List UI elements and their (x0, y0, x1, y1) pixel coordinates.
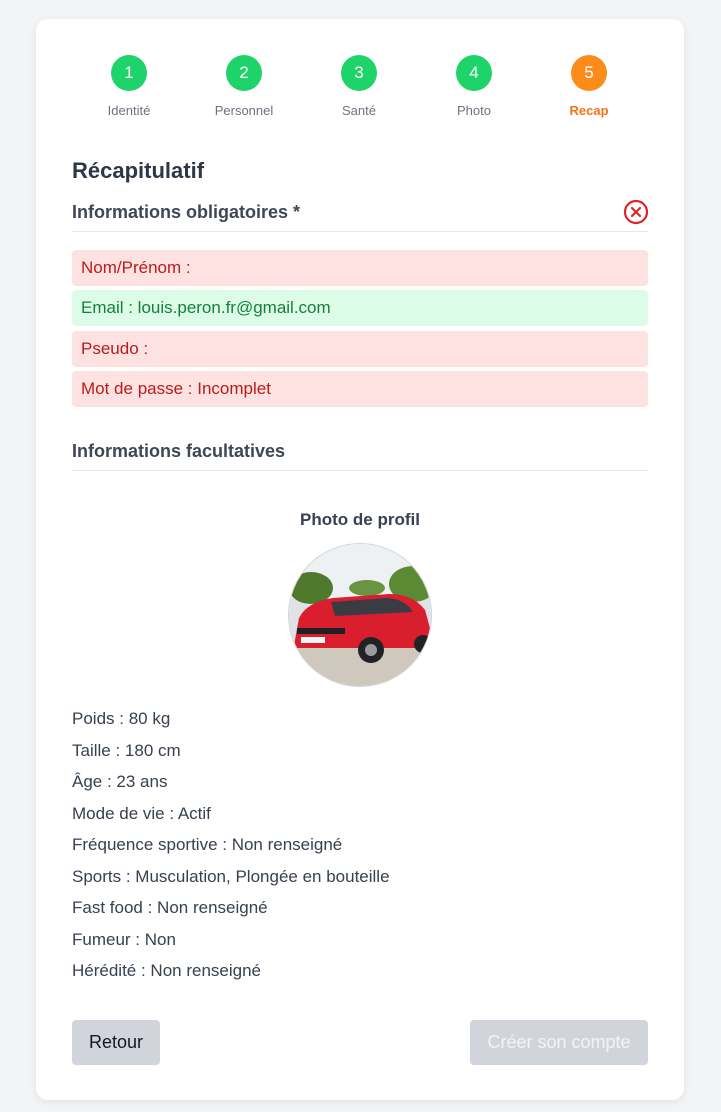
close-circle-icon (623, 199, 649, 225)
field-status-email: Email : louis.peron.fr@gmail.com (72, 290, 648, 326)
page-title: Récapitulatif (72, 158, 205, 183)
step-label: Santé (342, 103, 376, 118)
detail-heredite: Hérédité : Non renseigné (72, 961, 262, 980)
detail-fast-food: Fast food : Non renseigné (72, 898, 268, 917)
photo-title: Photo de profil (300, 510, 420, 529)
divider (72, 470, 648, 471)
stepper: 1 Identité 2 Personnel 3 Santé 4 Photo 5… (36, 55, 684, 125)
create-account-button[interactable]: Créer son compte (470, 1020, 648, 1065)
field-status-nom: Nom/Prénom : (72, 250, 648, 286)
step-photo[interactable]: 4 Photo (424, 55, 524, 118)
required-section-title: Informations obligatoires * (72, 202, 301, 222)
optional-section-title: Informations facultatives (72, 441, 286, 461)
field-status-password: Mot de passe : Incomplet (72, 371, 648, 407)
step-personnel[interactable]: 2 Personnel (194, 55, 294, 118)
step-sante[interactable]: 3 Santé (309, 55, 409, 118)
profile-photo (288, 543, 432, 687)
step-number: 2 (226, 55, 262, 91)
step-number: 1 (111, 55, 147, 91)
detail-taille: Taille : 180 cm (72, 741, 181, 760)
signup-card: 1 Identité 2 Personnel 3 Santé 4 Photo 5… (36, 19, 684, 1100)
field-status-pseudo: Pseudo : (72, 331, 648, 367)
step-number: 4 (456, 55, 492, 91)
step-label: Recap (569, 103, 609, 118)
detail-fumeur: Fumeur : Non (72, 930, 176, 949)
detail-frequence-sportive: Fréquence sportive : Non renseigné (72, 835, 343, 854)
step-number: 3 (341, 55, 377, 91)
step-label: Photo (457, 103, 491, 118)
step-recap[interactable]: 5 Recap (539, 55, 639, 118)
step-label: Personnel (214, 103, 274, 118)
step-number: 5 (571, 55, 607, 91)
back-button[interactable]: Retour (72, 1020, 160, 1065)
detail-mode-de-vie: Mode de vie : Actif (72, 804, 211, 823)
step-identite[interactable]: 1 Identité (79, 55, 179, 118)
profile-photo-image (289, 544, 431, 686)
step-label: Identité (107, 103, 151, 118)
detail-sports: Sports : Musculation, Plongée en bouteil… (72, 867, 390, 886)
detail-age: Âge : 23 ans (72, 772, 168, 791)
detail-poids: Poids : 80 kg (72, 709, 171, 728)
divider (72, 231, 648, 232)
